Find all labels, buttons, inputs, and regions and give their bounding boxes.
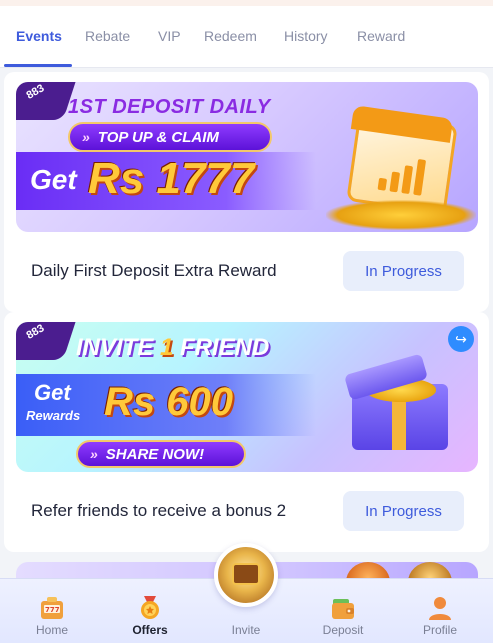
banner-get-text: Get xyxy=(30,164,77,195)
user-icon xyxy=(429,597,451,620)
nav-deposit[interactable]: Deposit xyxy=(303,579,383,643)
promotion-banner[interactable]: 883 1ST DEPOSIT DAILY » TOP UP & CLAIM G… xyxy=(16,82,478,232)
banner-cta-label: TOP UP & CLAIM xyxy=(97,128,219,146)
promotion-banner[interactable]: 883 INVITE 1 FRIEND Get Rewards Rs 600 »… xyxy=(16,322,478,472)
brand-badge-text: 883 xyxy=(24,322,47,342)
banner-headline: INVITE 1 FRIEND xyxy=(76,334,269,362)
tab-redeem[interactable]: Redeem xyxy=(204,28,257,44)
treasure-chest-icon xyxy=(232,563,260,585)
tab-history[interactable]: History xyxy=(284,28,328,44)
brand-badge: 883 xyxy=(16,322,77,360)
banner-rewards-text: Rewards xyxy=(26,408,81,423)
banner-headline-suffix: FRIEND xyxy=(180,334,270,361)
slot-machine-icon: 777 xyxy=(41,597,63,619)
banner-amount: Rs 1777 xyxy=(88,154,255,203)
banner-headline: 1ST DEPOSIT DAILY xyxy=(68,96,271,118)
svg-text:777: 777 xyxy=(45,606,60,614)
nav-offers[interactable]: Offers xyxy=(110,579,190,643)
wallet-icon xyxy=(332,599,354,619)
tab-vip[interactable]: VIP xyxy=(158,28,181,44)
nav-label: Invite xyxy=(231,623,261,637)
status-button[interactable]: In Progress xyxy=(343,491,464,531)
banner-cta: » SHARE NOW! xyxy=(76,440,246,468)
tab-bar: Events Rebate VIP Redeem History Reward xyxy=(0,6,493,68)
nav-home[interactable]: 777 Home xyxy=(12,579,92,643)
share-icon[interactable]: ↪ xyxy=(448,326,474,352)
promotion-footer: Daily First Deposit Extra Reward In Prog… xyxy=(4,232,489,312)
calendar-illustration xyxy=(346,102,458,215)
nav-profile[interactable]: Profile xyxy=(400,579,480,643)
double-chevron-icon: » xyxy=(82,129,90,145)
brand-badge-text: 883 xyxy=(24,82,47,102)
banner-cta: » TOP UP & CLAIM xyxy=(68,122,272,152)
banner-get-text: Get xyxy=(34,380,71,405)
tab-events[interactable]: Events xyxy=(16,28,62,44)
tab-rebate[interactable]: Rebate xyxy=(85,28,130,44)
medal-icon xyxy=(141,596,159,619)
promotion-footer: Refer friends to receive a bonus 2 In Pr… xyxy=(4,472,489,552)
invite-treasure-button[interactable] xyxy=(214,543,278,607)
status-button[interactable]: In Progress xyxy=(343,251,464,291)
banner-headline-prefix: INVITE xyxy=(76,334,154,361)
nav-label: Home xyxy=(35,623,68,637)
nav-label: Deposit xyxy=(322,623,364,637)
promotion-card[interactable]: 883 1ST DEPOSIT DAILY » TOP UP & CLAIM G… xyxy=(4,72,489,312)
nav-label: Offers xyxy=(132,623,168,637)
banner-amount-bar: Get Rs 1777 xyxy=(16,152,316,210)
banner-amount-bar: Get Rewards Rs 600 xyxy=(16,374,316,436)
promotion-title: Refer friends to receive a bonus 2 xyxy=(31,501,287,520)
gift-box-illustration xyxy=(336,344,456,454)
active-tab-indicator xyxy=(4,64,72,67)
promotion-title: Daily First Deposit Extra Reward xyxy=(31,261,277,280)
tab-reward[interactable]: Reward xyxy=(357,28,405,44)
banner-cta-label: SHARE NOW! xyxy=(105,445,205,463)
nav-label: Profile xyxy=(422,623,457,637)
double-chevron-icon: » xyxy=(90,446,98,462)
banner-headline-number: 1 xyxy=(160,334,174,361)
gold-coins-illustration xyxy=(326,200,476,230)
promotion-card[interactable]: 883 INVITE 1 FRIEND Get Rewards Rs 600 »… xyxy=(4,312,489,552)
banner-amount: Rs 600 xyxy=(104,380,233,424)
